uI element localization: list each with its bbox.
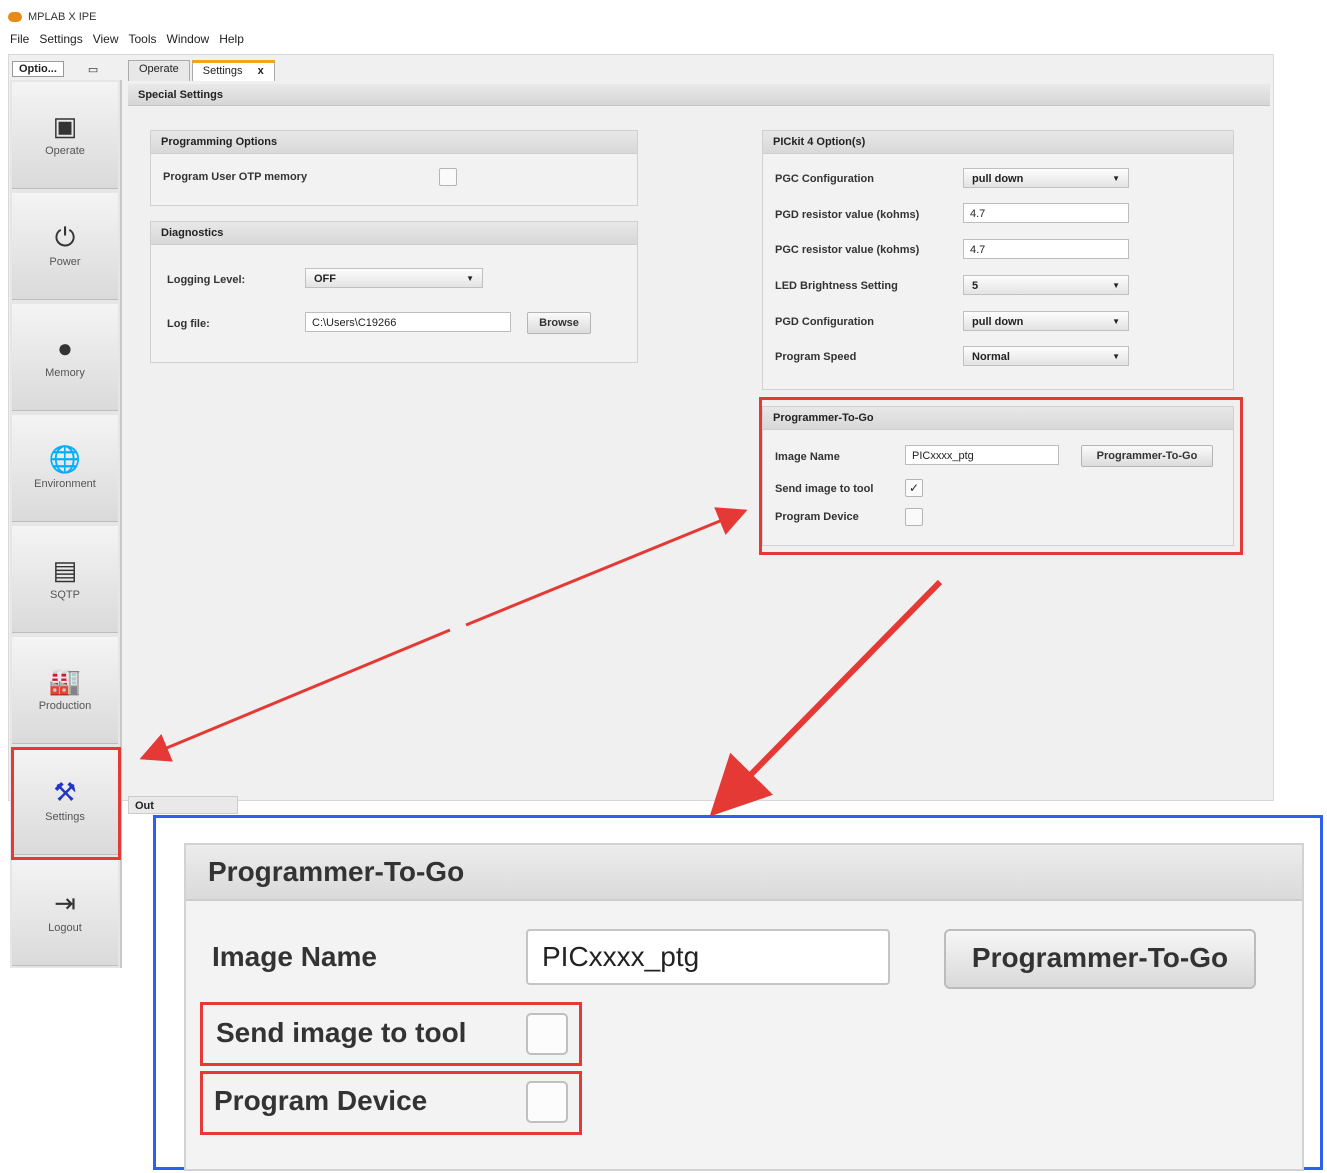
zoom-image-name-input[interactable]: PICxxxx_ptg	[526, 929, 890, 985]
zoom-programmer-to-go-button[interactable]: Programmer-To-Go	[944, 929, 1256, 989]
arrow-to-settings	[139, 628, 451, 762]
zoom-program-device-highlight	[200, 1071, 582, 1135]
zoom-send-image-highlight	[200, 1002, 582, 1066]
arrow-to-ptg-panel	[465, 507, 748, 627]
zoom-callout: Programmer-To-Go Image Name PICxxxx_ptg …	[153, 815, 1323, 1171]
zoom-panel-title: Programmer-To-Go	[186, 845, 1302, 901]
arrow-to-zoom	[709, 579, 943, 817]
zoom-image-name-label: Image Name	[212, 941, 377, 972]
